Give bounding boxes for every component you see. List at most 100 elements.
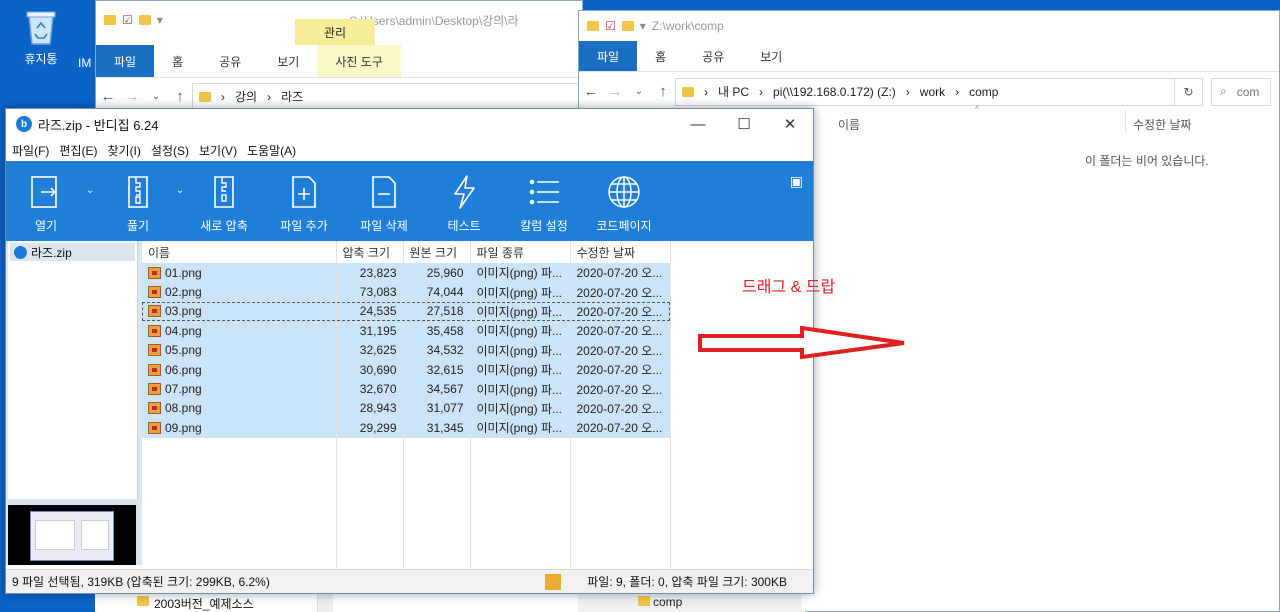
address-bar[interactable]: › 내 PC › pi(\\192.168.0.172) (Z:) › work… bbox=[675, 77, 1175, 106]
tab-view[interactable]: 보기 bbox=[259, 45, 317, 77]
tree-item-archive[interactable]: 라즈.zip bbox=[10, 243, 135, 261]
layout-grid-icon[interactable]: ▣ bbox=[790, 173, 803, 190]
desktop-item-partial[interactable]: IM bbox=[78, 56, 91, 70]
search-placeholder: com bbox=[1236, 84, 1260, 99]
forward-arrow-icon[interactable]: → bbox=[603, 83, 627, 100]
tab-view[interactable]: 보기 bbox=[742, 41, 800, 71]
preview-image bbox=[30, 511, 114, 561]
preview-thumbnail bbox=[8, 505, 136, 565]
menu-edit[interactable]: 편집(E) bbox=[59, 142, 97, 159]
recent-chevron-icon[interactable]: ⌄ bbox=[144, 91, 168, 102]
table-row[interactable]: 02.png 73,083 74,044 이미지(png) 파... 2020-… bbox=[142, 282, 671, 302]
up-arrow-icon[interactable]: ↑ bbox=[168, 88, 192, 105]
breadcrumb-item[interactable]: pi(\\192.168.0.172) (Z:) bbox=[773, 85, 896, 99]
chevron-right-icon: › bbox=[759, 84, 764, 99]
recycle-bin-icon bbox=[23, 6, 59, 46]
maximize-icon[interactable]: ☐ bbox=[721, 109, 767, 139]
file-list: 이름 압축 크기 원본 크기 파일 종류 수정한 날짜 01.png 23,82… bbox=[142, 241, 813, 571]
toolbar-label: 새로 압축 bbox=[200, 219, 248, 233]
column-header-modified[interactable]: 수정한 날짜 bbox=[570, 241, 671, 263]
table-row[interactable]: 08.png 28,943 31,077 이미지(png) 파... 2020-… bbox=[142, 398, 671, 419]
column-header-name[interactable]: 이름 bbox=[142, 241, 337, 263]
column-header-name[interactable]: 이름 bbox=[838, 116, 860, 133]
column-header-original-size[interactable]: 원본 크기 bbox=[403, 241, 471, 263]
column-header-packed-size[interactable]: 압축 크기 bbox=[336, 241, 404, 263]
table-row[interactable]: 01.png 23,823 25,960 이미지(png) 파... 2020-… bbox=[142, 263, 671, 283]
breadcrumb-item[interactable]: 내 PC bbox=[718, 83, 749, 100]
bandizip-window[interactable]: b 라즈.zip - 반디집 6.24 — ☐ ✕ 파일(F) 편집(E) 찾기… bbox=[5, 108, 814, 594]
address-bar[interactable]: › 강의 › 라즈 bbox=[192, 82, 582, 111]
search-icon: ⌕ bbox=[1220, 84, 1227, 98]
recent-chevron-icon[interactable]: ⌄ bbox=[627, 86, 651, 97]
open-button[interactable]: 열기 bbox=[10, 161, 82, 234]
tab-home[interactable]: 홈 bbox=[154, 45, 201, 77]
recycle-bin[interactable]: 휴지통 bbox=[12, 6, 70, 67]
toolbar-label: 칼럼 설정 bbox=[520, 219, 568, 233]
dropdown-icon[interactable]: ▾ bbox=[640, 19, 646, 33]
cell-size: 32,615 bbox=[403, 359, 471, 380]
refresh-icon[interactable]: ↻ bbox=[1175, 77, 1203, 106]
cell-date: 2020-07-20 오... bbox=[570, 301, 671, 322]
tab-file[interactable]: 파일 bbox=[579, 41, 638, 71]
tab-home[interactable]: 홈 bbox=[637, 41, 684, 71]
tab-picture-tools[interactable]: 사진 도구 bbox=[317, 45, 401, 77]
cell-name: 05.png bbox=[142, 340, 337, 360]
back-arrow-icon[interactable]: ← bbox=[579, 83, 603, 100]
cell-size: 34,532 bbox=[403, 340, 471, 360]
table-row[interactable]: 04.png 31,195 35,458 이미지(png) 파... 2020-… bbox=[142, 321, 671, 341]
breadcrumb-item[interactable]: comp bbox=[969, 85, 998, 99]
breadcrumb-item[interactable]: work bbox=[920, 85, 945, 99]
toolbar-label: 풀기 bbox=[126, 219, 150, 233]
checkbox-icon[interactable]: ☑ bbox=[605, 19, 616, 33]
columns-icon bbox=[524, 173, 564, 211]
add-file-button[interactable]: 파일 추가 bbox=[264, 161, 344, 234]
column-header-file-type[interactable]: 파일 종류 bbox=[470, 241, 571, 263]
menu-help[interactable]: 도움말(A) bbox=[247, 142, 296, 159]
folder-icon bbox=[199, 91, 211, 102]
file-name: 01.png bbox=[165, 265, 202, 280]
cell-packed: 73,083 bbox=[336, 282, 404, 302]
menu-file[interactable]: 파일(F) bbox=[12, 142, 49, 159]
archive-icon bbox=[14, 245, 27, 259]
tab-share[interactable]: 공유 bbox=[201, 45, 259, 77]
breadcrumb-item[interactable]: 라즈 bbox=[281, 88, 303, 105]
close-icon[interactable]: ✕ bbox=[767, 109, 813, 139]
breadcrumb-item[interactable]: 강의 bbox=[235, 88, 257, 105]
table-row[interactable]: 07.png 32,670 34,567 이미지(png) 파... 2020-… bbox=[142, 379, 671, 399]
codepage-button[interactable]: 코드페이지 bbox=[584, 161, 664, 234]
cell-packed: 32,625 bbox=[336, 340, 404, 360]
tab-share[interactable]: 공유 bbox=[684, 41, 742, 71]
menu-settings[interactable]: 설정(S) bbox=[151, 142, 189, 159]
file-name: 06.png bbox=[165, 362, 202, 377]
table-row[interactable]: 06.png 30,690 32,615 이미지(png) 파... 2020-… bbox=[142, 359, 671, 380]
menu-view[interactable]: 보기(V) bbox=[199, 142, 237, 159]
extract-button[interactable]: 풀기 bbox=[102, 161, 174, 234]
dropdown-icon[interactable]: ▾ bbox=[157, 13, 163, 27]
open-dropdown-icon[interactable]: ⌄ bbox=[86, 185, 94, 196]
list-header: 이름 압축 크기 원본 크기 파일 종류 수정한 날짜 bbox=[142, 241, 671, 263]
folder-item[interactable]: 2003버전_예제소스 bbox=[154, 595, 254, 612]
table-row[interactable]: 05.png 32,625 34,532 이미지(png) 파... 2020-… bbox=[142, 340, 671, 360]
tab-file[interactable]: 파일 bbox=[96, 45, 155, 77]
delete-file-button[interactable]: 파일 삭제 bbox=[344, 161, 424, 234]
search-box[interactable]: ⌕ com bbox=[1211, 77, 1271, 106]
minimize-icon[interactable]: — bbox=[675, 109, 721, 139]
up-arrow-icon[interactable]: ↑ bbox=[651, 83, 675, 100]
folder-item[interactable]: comp bbox=[653, 595, 682, 609]
cell-packed: 24,535 bbox=[336, 301, 404, 322]
columns-button[interactable]: 칼럼 설정 bbox=[504, 161, 584, 234]
image-file-icon bbox=[148, 286, 161, 299]
table-row[interactable]: 09.png 29,299 31,345 이미지(png) 파... 2020-… bbox=[142, 418, 671, 438]
manage-tab[interactable]: 관리 bbox=[295, 19, 375, 45]
back-arrow-icon[interactable]: ← bbox=[96, 88, 120, 105]
menu-find[interactable]: 찾기(I) bbox=[107, 142, 140, 159]
extract-dropdown-icon[interactable]: ⌄ bbox=[176, 185, 184, 196]
table-row-focused[interactable]: 03.png 24,535 27,518 이미지(png) 파... 2020-… bbox=[142, 301, 671, 322]
column-header-modified[interactable]: 수정한 날짜 bbox=[1133, 116, 1192, 133]
forward-arrow-icon[interactable]: → bbox=[120, 88, 144, 105]
image-file-icon bbox=[148, 363, 161, 376]
scrollbar[interactable] bbox=[317, 594, 333, 612]
checkbox-icon[interactable]: ☑ bbox=[122, 13, 133, 27]
test-button[interactable]: 테스트 bbox=[424, 161, 504, 234]
new-archive-button[interactable]: 새로 압축 bbox=[184, 161, 264, 234]
